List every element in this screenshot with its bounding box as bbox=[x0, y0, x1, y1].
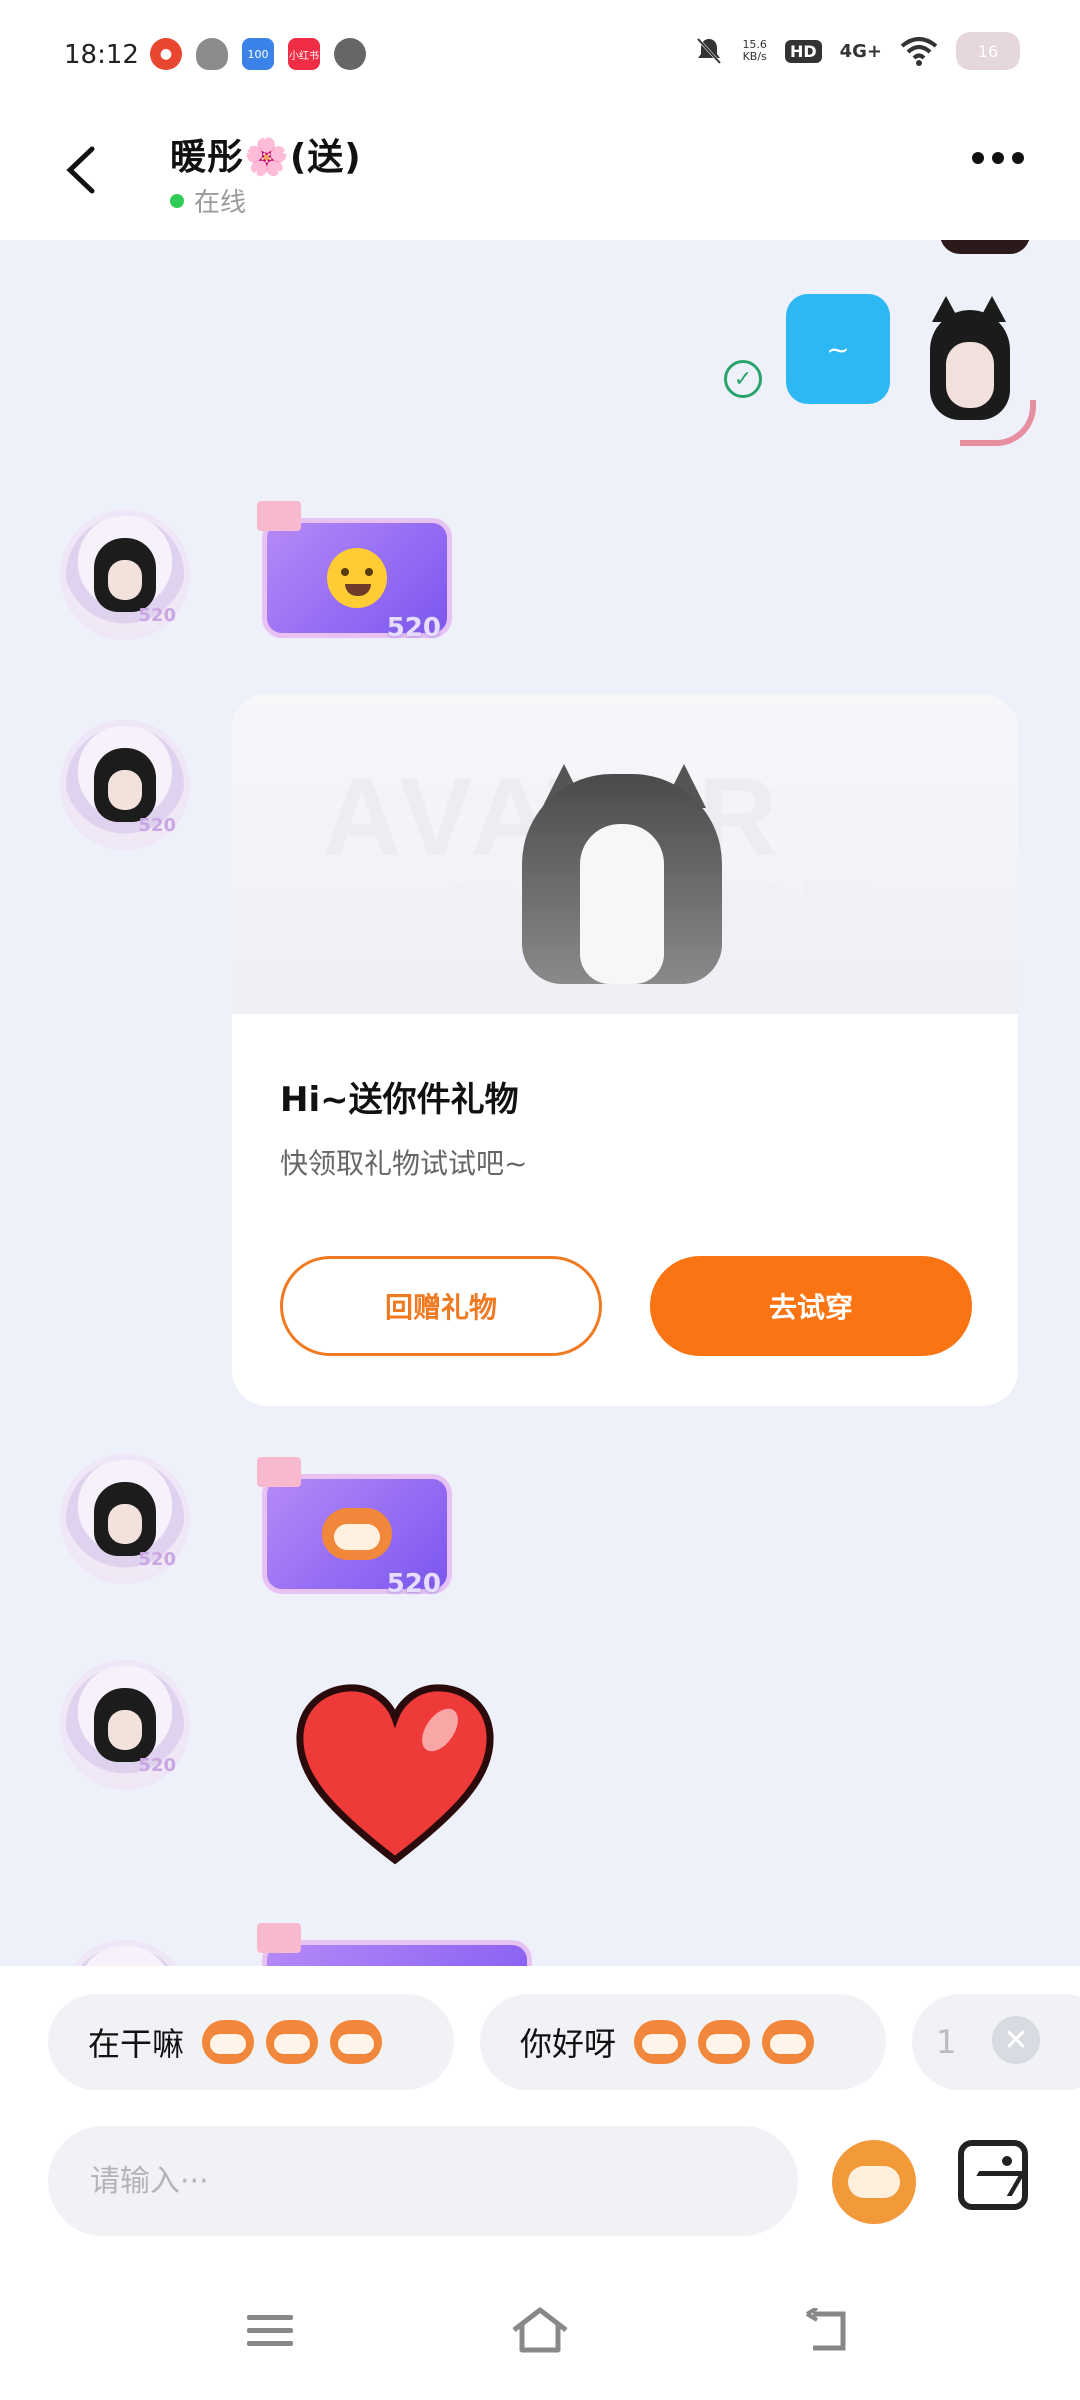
dot-icon bbox=[992, 152, 1004, 164]
read-check-icon: ✓ bbox=[724, 360, 762, 398]
battery-indicator: 16 bbox=[956, 32, 1020, 70]
gift-sticker-message[interactable]: 520 bbox=[257, 1457, 452, 1599]
more-options-button[interactable] bbox=[972, 152, 1024, 164]
gift-sticker-message[interactable] bbox=[257, 1923, 532, 1966]
mascot-grin-icon bbox=[202, 2020, 383, 2064]
sent-message-bubble[interactable]: ~ bbox=[786, 294, 890, 404]
status-time: 18:12 bbox=[64, 40, 139, 70]
chat-title: 暖彤🌸(送) bbox=[170, 137, 362, 178]
drooling-emoji-icon bbox=[327, 548, 387, 608]
friend-avatar[interactable]: 520 bbox=[60, 720, 190, 850]
close-quick-replies-icon[interactable]: ✕ bbox=[992, 2016, 1040, 2064]
friend-avatar[interactable] bbox=[60, 1940, 190, 1966]
net-speed: 15.6 KB/s bbox=[742, 38, 767, 63]
cloud-icon bbox=[196, 38, 228, 70]
envelope-icon bbox=[257, 1923, 301, 1953]
message-icon bbox=[334, 38, 366, 70]
friend-avatar[interactable]: 520 bbox=[60, 1660, 190, 1790]
gift-card[interactable]: AVATAR STORE Hi~送你件礼物 快领取礼物试试吧~ 回赠礼物 去试穿 bbox=[232, 694, 1018, 1406]
my-avatar[interactable] bbox=[900, 290, 1040, 446]
envelope-icon bbox=[257, 1457, 301, 1487]
quick-reply-chip[interactable]: 在干嘛 bbox=[48, 1994, 454, 2090]
gift-card-title: Hi~送你件礼物 bbox=[280, 1080, 519, 1120]
app-icon: ● bbox=[150, 38, 182, 70]
heart-icon bbox=[296, 1684, 494, 1865]
dot-icon bbox=[1012, 152, 1024, 164]
chevron-left-icon bbox=[66, 146, 95, 194]
online-status: 在线 bbox=[170, 182, 246, 219]
hd-badge: HD bbox=[784, 39, 822, 63]
back-nav-icon[interactable] bbox=[798, 2306, 858, 2356]
gift-card-subtitle: 快领取礼物试试吧~ bbox=[280, 1147, 528, 1180]
signal-4g: 4G+ bbox=[839, 40, 882, 62]
message-input-field[interactable] bbox=[48, 2126, 798, 2236]
sticker-mascot-icon[interactable] bbox=[832, 2140, 916, 2224]
gift-preview-image: AVATAR STORE bbox=[232, 694, 1018, 1014]
envelope-icon bbox=[257, 501, 301, 531]
mascot-sticker-icon bbox=[322, 1508, 392, 1560]
chat-header: 暖彤🌸(送) 在线 bbox=[0, 110, 1080, 240]
friend-avatar[interactable]: 520 bbox=[60, 1454, 190, 1584]
chat-messages[interactable]: ✓ ~ 520 520 520 AVATAR STORE Hi~送你件礼物 快领… bbox=[0, 240, 1080, 1966]
cat-ear-wig-image bbox=[522, 754, 722, 984]
gift-sticker-message[interactable]: 520 bbox=[257, 501, 452, 643]
message-input[interactable] bbox=[88, 2162, 758, 2200]
online-dot-icon bbox=[170, 193, 184, 208]
status-right: 15.6 KB/s HD 4G+ 16 bbox=[694, 32, 1020, 70]
home-icon[interactable] bbox=[510, 2306, 570, 2356]
image-picker-icon[interactable] bbox=[958, 2140, 1028, 2210]
mascot-surprised-icon bbox=[634, 2020, 815, 2064]
dot-icon bbox=[972, 152, 984, 164]
try-on-button[interactable]: 去试穿 bbox=[650, 1256, 972, 1356]
mute-bell-icon bbox=[694, 36, 724, 66]
system-nav-bar bbox=[0, 2266, 1080, 2400]
status-app-icons: ● 100 小红书 bbox=[150, 38, 366, 70]
status-bar: 18:12 ● 100 小红书 15.6 KB/s HD 4G+ 16 bbox=[0, 0, 1080, 110]
friend-avatar[interactable]: 520 bbox=[60, 510, 190, 640]
wifi-icon bbox=[900, 36, 938, 66]
app-badge-icon: 100 bbox=[242, 38, 274, 70]
online-label: 在线 bbox=[194, 188, 247, 218]
return-gift-button[interactable]: 回赠礼物 bbox=[280, 1256, 602, 1356]
heart-sticker-message[interactable] bbox=[290, 1680, 500, 1870]
menu-icon[interactable] bbox=[240, 2306, 300, 2356]
avatar-fragment bbox=[940, 240, 1030, 254]
xiaohongshu-icon: 小红书 bbox=[288, 38, 320, 70]
quick-reply-chip[interactable]: 你好呀 bbox=[480, 1994, 886, 2090]
quick-replies: 在干嘛 你好呀 1 bbox=[48, 1994, 1080, 2094]
back-button[interactable] bbox=[56, 140, 106, 200]
